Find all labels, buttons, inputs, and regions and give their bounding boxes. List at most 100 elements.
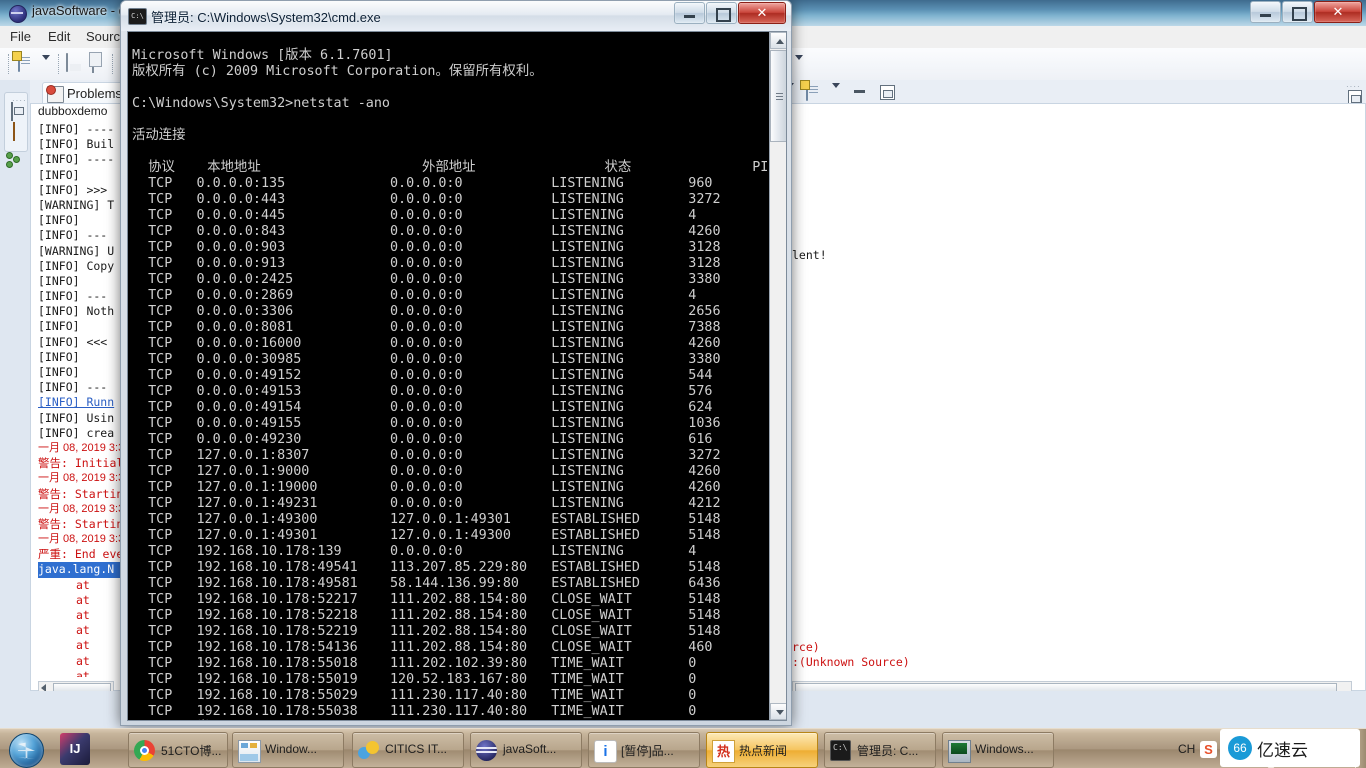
eclipse-title: javaSoftware - d	[32, 3, 126, 18]
eclipse-window-buttons: ✕	[1250, 1, 1362, 23]
pdf-icon: i	[594, 740, 617, 763]
new-wizard-icon[interactable]	[18, 53, 38, 74]
folder-icon	[238, 740, 261, 763]
console-log-line: at	[76, 592, 90, 607]
console-left-log[interactable]: [INFO] ---- [INFO] Buil [INFO] ---- [INFO][…	[38, 122, 123, 677]
console-log-line: [INFO] Buil	[38, 137, 115, 152]
save-all-icon[interactable]	[92, 54, 112, 75]
ime-indicator[interactable]: CH	[1178, 742, 1195, 756]
start-button[interactable]	[3, 730, 53, 768]
cmd-icon: C:\	[830, 740, 851, 761]
console-log-line: [INFO] >>>	[38, 182, 108, 197]
cmd-window[interactable]: C:\ 管理员: C:\Windows\System32\cmd.exe ✕ M…	[120, 0, 792, 726]
console-log-line: at	[76, 577, 90, 592]
cmd-title: 管理员: C:\Windows\System32\cmd.exe	[151, 10, 381, 25]
fast-view-group: ····	[4, 92, 28, 152]
screen-root: javaSoftware - d ✕ File Edit Source Quic…	[0, 0, 1366, 768]
taskbar-item-label: CITICS IT...	[385, 742, 448, 756]
console-log-line: at	[76, 623, 90, 638]
console-log-line: [INFO] Noth	[38, 304, 115, 319]
taskbar-item[interactable]: Windows...	[942, 732, 1054, 768]
console-log-line: [INFO]	[38, 349, 80, 364]
console-right-log[interactable]: lent! rce):(Unknown Source)	[792, 122, 1352, 677]
window-icon	[948, 740, 971, 763]
console-log-line: [INFO]	[38, 167, 80, 182]
package-explorer-icon[interactable]	[13, 122, 15, 141]
menu-file[interactable]: File	[10, 29, 31, 44]
taskbar-item-label: Window...	[265, 742, 318, 756]
open-console-icon[interactable]	[806, 82, 823, 101]
cmd-minimize-button[interactable]	[674, 2, 705, 24]
taskbar-item[interactable]: i [暂停]品...	[588, 732, 700, 768]
toolbar-dropdown-icon[interactable]	[795, 55, 815, 80]
cmd-window-buttons: ✕	[674, 2, 786, 24]
cmd-titlebar[interactable]: C:\ 管理员: C:\Windows\System32\cmd.exe ✕	[121, 1, 791, 31]
taskbar-item[interactable]: Window...	[232, 732, 344, 768]
taskbar-item-intellij[interactable]: IJ	[60, 733, 90, 765]
console-log-line: [INFO] ---	[38, 228, 108, 243]
console-log-line: [INFO] ---	[38, 289, 108, 304]
cmd-vertical-scrollbar[interactable]	[769, 32, 786, 720]
console-log-line: :(Unknown Source)	[792, 655, 910, 669]
taskbar-item-label: [暂停]品...	[621, 744, 674, 758]
eclipse-app-icon	[9, 5, 27, 23]
console-log-line: rce)	[792, 640, 820, 654]
windows-taskbar: IJ 51CTO博... Window... CITICS IT... javaSof…	[0, 728, 1366, 768]
cmd-console-text: Microsoft Windows [版本 6.1.7601] 版权所有 (c)…	[132, 48, 777, 720]
cmd-scroll-up-icon[interactable]	[770, 32, 786, 49]
console-log-line: lent!	[792, 248, 827, 262]
console-log-line: [INFO] ----	[38, 152, 115, 167]
eclipse-left-fast-view-bar: ····	[0, 80, 31, 691]
taskbar-item[interactable]: CITICS IT...	[352, 732, 464, 768]
news-icon	[712, 740, 735, 763]
console-log-line: at	[76, 608, 90, 622]
taskbar-item-label: 热点新闻	[739, 744, 788, 758]
watermark-text: 亿速云	[1257, 740, 1308, 760]
sogou-ime-icon[interactable]: S	[1200, 741, 1217, 758]
console-log-line: 警告: Starting	[38, 486, 123, 501]
cmd-close-button[interactable]: ✕	[738, 2, 786, 24]
taskbar-item[interactable]: C:\ 管理员: C...	[824, 732, 936, 768]
console-log-line: 严重: End even	[38, 547, 123, 562]
console-log-line: 一月 08, 2019 3:32:	[38, 533, 123, 546]
taskbar-item[interactable]: javaSoft...	[470, 732, 582, 768]
restore-view-icon[interactable]	[11, 102, 13, 121]
cmd-console-body[interactable]: Microsoft Windows [版本 6.1.7601] 版权所有 (c)…	[127, 31, 787, 721]
cmd-scroll-down-icon[interactable]	[770, 703, 786, 720]
taskbar-item-label: 51CTO博...	[161, 744, 222, 758]
console-log-line: [INFO] ---	[38, 380, 108, 395]
eclipse-minimize-button[interactable]	[1250, 1, 1281, 23]
console-log-line: at	[76, 653, 90, 668]
chrome-icon	[134, 740, 155, 761]
java-icon	[476, 740, 497, 761]
console-log-line: [INFO] crea	[38, 425, 115, 440]
menu-edit[interactable]: Edit	[48, 29, 70, 44]
console-log-line: at	[76, 638, 90, 653]
save-icon[interactable]	[66, 53, 86, 74]
console-log-line: 一月 08, 2019 3:32:	[38, 502, 123, 515]
taskbar-item[interactable]: 热点新闻	[706, 732, 818, 768]
watermark-logo-icon: 66	[1228, 736, 1252, 760]
cmd-app-icon: C:\	[128, 8, 147, 25]
cmd-maximize-button[interactable]	[706, 2, 737, 24]
cmd-scrollbar-thumb[interactable]	[770, 50, 786, 142]
console-log-line: [INFO] Runn	[38, 395, 115, 410]
console-log-line: [INFO]	[38, 365, 80, 379]
taskbar-item[interactable]: 51CTO博...	[128, 732, 228, 768]
taskbar-item-label: 管理员: C...	[857, 744, 919, 758]
taskbar-item-label: Windows...	[975, 742, 1034, 756]
console-log-line: 一月 08, 2019 3:32:	[38, 472, 123, 485]
console-log-line: [INFO]	[38, 319, 80, 334]
windows-logo-icon	[9, 733, 44, 768]
console-log-line: [WARNING] T	[38, 197, 115, 212]
console-log-line: [INFO] <<<	[38, 334, 108, 349]
eclipse-close-button[interactable]: ✕	[1314, 1, 1362, 23]
console-log-line: 警告: Starting	[38, 516, 123, 531]
maximize-view-icon[interactable]	[878, 83, 895, 100]
taskbar-item-label: javaSoft...	[503, 742, 557, 756]
eclipse-restore-button[interactable]	[1282, 1, 1313, 23]
console-log-line: [WARNING] U	[38, 243, 115, 258]
console-project-label: dubboxdemo	[38, 104, 108, 118]
system-tray: CH S ?	[0, 729, 1354, 768]
console-log-line: 一月 08, 2019 3:32:	[38, 441, 123, 454]
